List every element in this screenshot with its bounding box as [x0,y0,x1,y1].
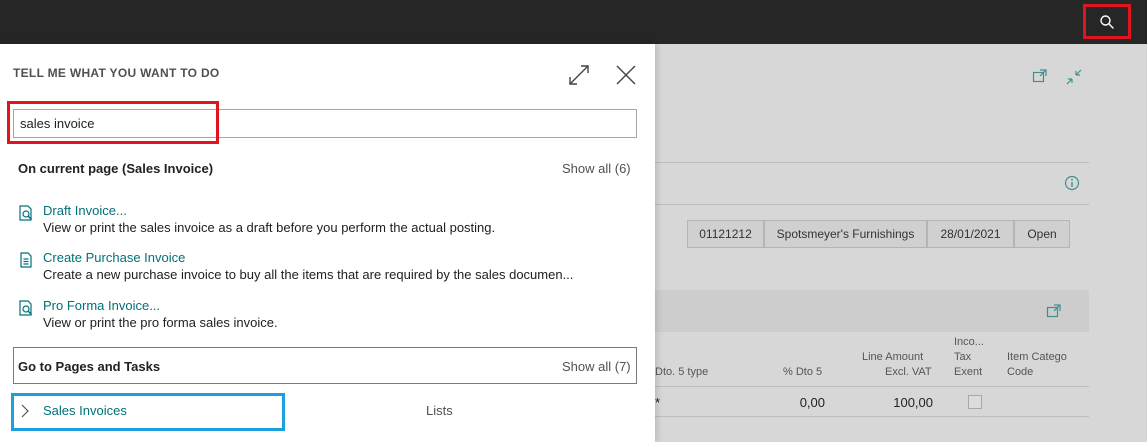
expand-icon[interactable] [567,63,591,87]
pages-tasks-show-all[interactable]: Show all (7) [562,359,631,374]
result-category: Lists [426,403,453,418]
current-page-header: On current page (Sales Invoice) [18,161,214,176]
result-title[interactable]: Sales Invoices [43,403,127,418]
header-cell-customer: Spotsmeyer's Furnishings [764,220,927,248]
result-title[interactable]: Create Purchase Invoice [43,250,185,265]
search-input[interactable] [13,109,637,138]
result-description: View or print the sales invoice as a dra… [43,220,496,235]
search-icon [1100,14,1114,29]
column-item-category-1[interactable]: Item Catego [1007,349,1067,365]
column-inco-3: Exent [954,366,983,378]
column-pct-dto5[interactable]: % Dto 5 [783,364,822,380]
current-page-show-all[interactable]: Show all (6) [562,161,631,176]
report-search-icon [19,205,32,221]
result-sales-invoices[interactable]: Sales Invoices Lists [13,393,637,429]
row-dto5-type[interactable]: * [655,395,660,410]
header-cell-status: Open [1014,220,1070,248]
column-line-amount-1[interactable]: Line Amount [862,349,923,365]
header-cell-date: 28/01/2021 [927,220,1014,248]
result-title[interactable]: Draft Invoice... [43,203,127,218]
tell-me-dialog: TELL ME WHAT YOU WANT TO DO On current p… [0,44,655,442]
row-line-amount[interactable]: 100,00 [860,395,933,410]
column-item-category-2: Code [1007,366,1034,378]
result-draft-invoice[interactable]: Draft Invoice... View or print the sales… [17,203,637,237]
row-pct-dto5[interactable]: 0,00 [760,395,825,410]
close-icon[interactable] [614,63,638,87]
result-description: Create a new purchase invoice to buy all… [43,267,574,282]
document-icon [20,252,32,268]
result-create-purchase-invoice[interactable]: Create Purchase Invoice Create a new pur… [17,250,637,284]
column-dto5-type[interactable]: Dto. 5 type [655,364,708,380]
open-in-new-window-icon[interactable] [1032,68,1048,84]
header-cell-number: 01121212 [687,220,764,248]
info-icon[interactable] [1064,175,1080,191]
column-inco-2: Tax [954,351,972,363]
dialog-title: TELL ME WHAT YOU WANT TO DO [13,66,220,80]
report-search-icon [19,300,32,316]
result-title[interactable]: Pro Forma Invoice... [43,298,160,313]
pages-tasks-section: Go to Pages and Tasks Show all (7) [13,347,637,384]
column-inco-1[interactable]: Inco... [954,334,984,350]
result-pro-forma-invoice[interactable]: Pro Forma Invoice... View or print the p… [17,298,637,332]
chevron-right-icon [21,404,29,418]
collapse-icon[interactable] [1065,68,1083,86]
result-description: View or print the pro forma sales invoic… [43,315,278,330]
column-line-amount-2: Excl. VAT [885,366,932,378]
top-bar [0,0,1147,44]
search-button[interactable] [1083,4,1131,39]
row-tax-exent-checkbox[interactable] [968,395,982,409]
expand-lines-icon[interactable] [1046,303,1062,319]
pages-tasks-header: Go to Pages and Tasks [18,359,161,374]
